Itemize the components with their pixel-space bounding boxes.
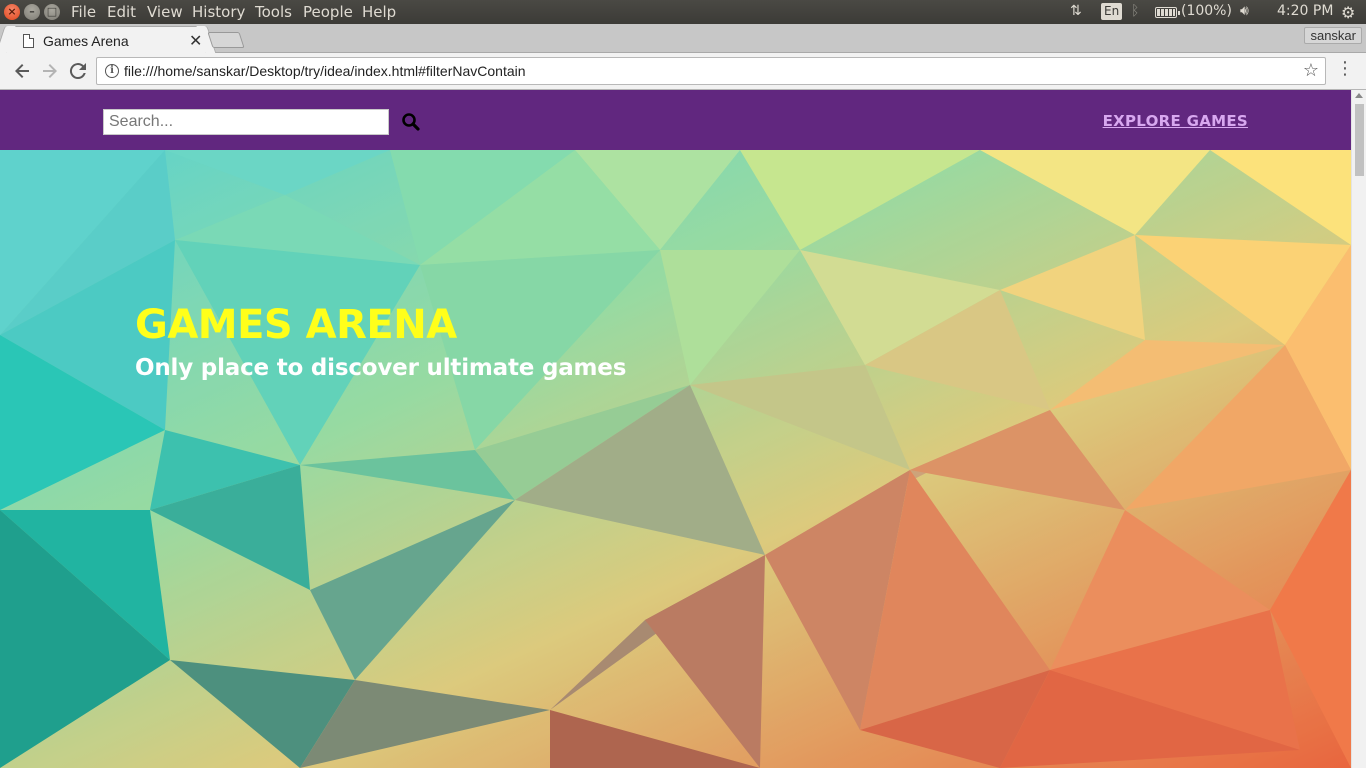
tab-title: Games Arena xyxy=(43,33,129,49)
menu-history[interactable]: History xyxy=(192,3,245,21)
menu-view[interactable]: View xyxy=(147,3,183,21)
hero-section: GAMES ARENA Only place to discover ultim… xyxy=(0,150,1351,768)
window-maximize-icon[interactable]: □ xyxy=(44,4,60,20)
url-text[interactable]: file:///home/sanskar/Desktop/try/idea/in… xyxy=(124,63,526,79)
menu-file[interactable]: File xyxy=(71,3,96,21)
bluetooth-icon[interactable]: ᛒ xyxy=(1131,3,1139,19)
scroll-up-arrow-icon[interactable] xyxy=(1355,93,1363,98)
profile-button[interactable]: sanskar xyxy=(1304,27,1362,44)
page-viewport: EXPLORE GAMES xyxy=(0,90,1351,768)
tab-close-icon[interactable]: ✕ xyxy=(189,31,202,50)
browser-menu-icon[interactable]: ⋮ xyxy=(1336,58,1354,79)
hero-subtitle: Only place to discover ultimate games xyxy=(135,355,627,381)
browser-tab-strip: Games Arena ✕ sanskar xyxy=(0,24,1366,54)
volume-icon[interactable]: 🔊︎ xyxy=(1240,3,1249,19)
menu-edit[interactable]: Edit xyxy=(107,3,136,21)
keyboard-language-indicator[interactable]: En xyxy=(1101,3,1123,20)
bookmark-star-icon[interactable]: ☆ xyxy=(1303,60,1319,81)
explore-games-link[interactable]: EXPLORE GAMES xyxy=(1103,112,1248,130)
menu-help[interactable]: Help xyxy=(362,3,396,21)
tab-games-arena[interactable]: Games Arena ✕ xyxy=(6,26,206,54)
menu-tools[interactable]: Tools xyxy=(255,3,292,21)
page-document-icon xyxy=(23,34,34,48)
low-poly-background xyxy=(0,150,1351,768)
network-transfer-icon[interactable]: ⇅ xyxy=(1070,3,1082,19)
scrollbar-thumb[interactable] xyxy=(1355,104,1364,176)
battery-percentage: (100%) xyxy=(1181,3,1232,19)
search-input[interactable] xyxy=(103,109,389,135)
search-icon[interactable] xyxy=(400,111,422,133)
address-bar[interactable]: i file:///home/sanskar/Desktop/try/idea/… xyxy=(96,57,1326,85)
reload-icon[interactable] xyxy=(66,59,90,83)
hero-title: GAMES ARENA xyxy=(135,302,457,348)
battery-icon[interactable] xyxy=(1155,7,1180,18)
site-navbar: EXPLORE GAMES xyxy=(0,90,1351,150)
browser-toolbar: i file:///home/sanskar/Desktop/try/idea/… xyxy=(0,53,1366,90)
settings-gear-icon[interactable]: ⚙ xyxy=(1341,3,1355,22)
page-info-icon[interactable]: i xyxy=(105,64,119,78)
page-scrollbar[interactable] xyxy=(1351,90,1366,768)
new-tab-button[interactable] xyxy=(207,32,245,48)
system-top-panel: × – □ File Edit View History Tools Peopl… xyxy=(0,0,1366,24)
menu-people[interactable]: People xyxy=(303,3,353,21)
window-close-icon[interactable]: × xyxy=(4,4,20,20)
clock[interactable]: 4:20 PM xyxy=(1277,3,1333,19)
back-arrow-icon[interactable] xyxy=(10,59,34,83)
forward-arrow-icon[interactable] xyxy=(38,59,62,83)
window-minimize-icon[interactable]: – xyxy=(24,4,40,20)
